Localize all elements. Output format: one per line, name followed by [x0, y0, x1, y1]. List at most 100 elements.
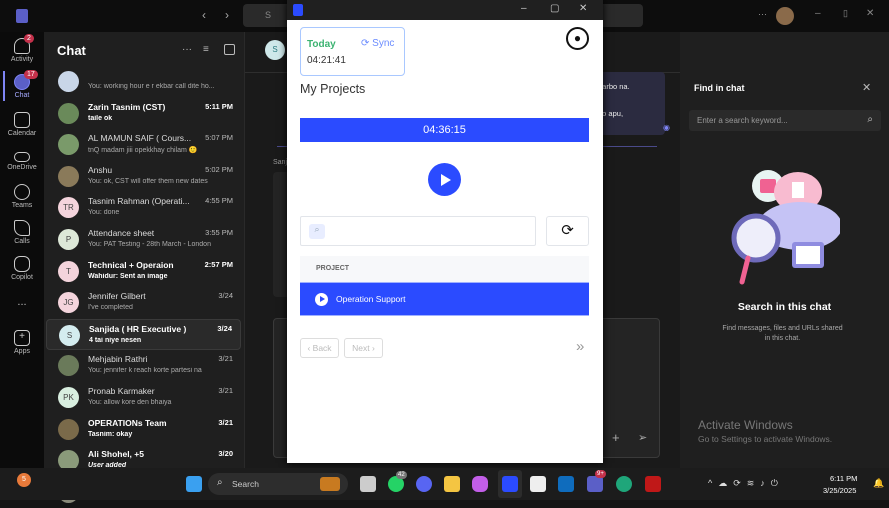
chat-list-item[interactable]: JG Jennifer Gilbert 3/24 I've completed: [46, 287, 241, 318]
project-row[interactable]: Operation Support: [300, 282, 589, 316]
close-icon[interactable]: ✕: [579, 3, 587, 14]
avatar: [58, 355, 79, 377]
tray-icons[interactable]: ^☁⟳≋♪⏻: [708, 478, 784, 489]
teams-icon[interactable]: 9+: [587, 470, 606, 492]
close-find-icon[interactable]: ✕: [862, 81, 871, 94]
chat-list-item[interactable]: AL MAMUN SAIF ( Cours... 5:07 PM tnQ mad…: [46, 129, 241, 160]
copilot-icon[interactable]: [472, 476, 488, 492]
rail-copilot[interactable]: Copilot: [0, 256, 44, 281]
rail-apps[interactable]: + Apps: [0, 330, 44, 355]
avatar: [58, 71, 79, 92]
sync-label: Sync: [372, 38, 395, 49]
chat-preview: taile ok: [88, 114, 113, 122]
new-chat-icon[interactable]: [224, 44, 235, 55]
refresh-icon: ⟳: [561, 222, 574, 239]
discord-icon[interactable]: [416, 476, 432, 492]
project-search-input[interactable]: ⌕: [300, 216, 536, 246]
send-icon[interactable]: ➢: [638, 431, 647, 444]
chat-preview: Tasnim: okay: [88, 430, 133, 438]
rail-teams[interactable]: Teams: [0, 184, 44, 209]
avatar: JG: [58, 292, 79, 314]
rail-calendar[interactable]: Calendar: [0, 112, 44, 137]
clock-date[interactable]: 3/25/2025: [823, 486, 856, 495]
avatar: [58, 418, 79, 440]
rail-activity[interactable]: 2 Activity: [0, 34, 44, 63]
task-view-icon[interactable]: [360, 476, 376, 492]
chat-time: 3:55 PM: [205, 228, 233, 237]
more-options-icon[interactable]: ···: [182, 44, 192, 55]
avatar: PK: [58, 387, 79, 408]
clock-time[interactable]: 6:11 PM: [830, 474, 857, 483]
taskbar-search[interactable]: ⌕ Search: [208, 473, 348, 495]
rail-label: Activity: [10, 56, 34, 63]
seen-icon: ◉: [663, 123, 670, 132]
avatar: T: [58, 260, 79, 282]
rail-label: Teams: [11, 202, 33, 209]
today-card: Today ⟳ Sync 04:21:41: [300, 27, 405, 76]
chat-preview: tnQ madam jiii opekkhay chilam 🙂: [88, 147, 198, 155]
play-button[interactable]: [428, 163, 461, 196]
store-icon[interactable]: [530, 476, 546, 492]
rail-label: Calendar: [7, 130, 37, 137]
avatar: S: [59, 324, 80, 346]
back-icon[interactable]: ‹: [202, 8, 206, 22]
chat-list-item[interactable]: Zarin Tasnim (CST) 5:11 PM taile ok: [46, 98, 241, 129]
close-icon[interactable]: ✕: [866, 8, 874, 19]
refresh-button[interactable]: ⟳: [546, 216, 589, 246]
notification-badge[interactable]: 5: [17, 473, 31, 487]
find-search-input[interactable]: Enter a search keyword... ⌕: [689, 110, 881, 131]
rail-onedrive[interactable]: OneDrive: [0, 148, 44, 171]
activity-badge: 2: [24, 34, 34, 43]
chat-list-item[interactable]: You: working hour e r ekbar call dite ho…: [46, 66, 241, 97]
chat-list-item[interactable]: PK Pronab Karmaker 3/21 You: allow kore …: [46, 382, 241, 413]
chat-list-item[interactable]: P Attendance sheet 3:55 PM You: PAT Test…: [46, 224, 241, 255]
rail-chat[interactable]: 17 Chat: [0, 70, 44, 99]
outlook-icon[interactable]: [558, 476, 574, 492]
chat-preview: You: ok, CST will offer them new dates: [88, 177, 208, 185]
chat-name: Sanjida ( HR Executive ): [89, 323, 187, 334]
start-icon[interactable]: [186, 476, 202, 492]
sync-button[interactable]: ⟳ Sync: [361, 38, 394, 49]
search-icon: ⌕: [217, 477, 223, 488]
mcafee-icon[interactable]: [645, 476, 661, 492]
whatsapp-icon[interactable]: 42: [388, 471, 407, 492]
last-page-icon[interactable]: »: [576, 338, 584, 355]
minimize-icon[interactable]: –: [521, 3, 527, 14]
chat-list-item[interactable]: Anshu 5:02 PM You: ok, CST will offer th…: [46, 161, 241, 192]
chat-list-item[interactable]: TR Tasnim Rahman (Operati... 4:55 PM You…: [46, 192, 241, 223]
edge-icon[interactable]: [616, 476, 632, 492]
teams-logo-icon: [16, 9, 28, 23]
play-circle-icon[interactable]: [315, 293, 328, 306]
notifications-icon[interactable]: 🔔: [873, 478, 884, 489]
rail-label: Calls: [14, 238, 30, 245]
chat-time: 3/21: [218, 417, 233, 427]
user-profile-icon[interactable]: ●: [566, 27, 589, 50]
chat-list-item[interactable]: T Technical + Operaion 2:57 PM Wahidur: …: [46, 256, 241, 287]
filter-icon[interactable]: ≡: [203, 44, 209, 55]
next-button[interactable]: Next ›: [344, 338, 383, 358]
chat-list-panel: Chat ··· ≡ You: working hour e r ekbar c…: [44, 32, 245, 503]
time-tracker-icon[interactable]: [502, 476, 518, 492]
chat-name: Technical + Operaion: [88, 259, 174, 270]
back-button[interactable]: ‹ Back: [300, 338, 339, 358]
maximize-icon[interactable]: ▢: [550, 3, 559, 14]
chat-list-item[interactable]: Mehjabin Rathri 3/21 You: jennifer k rea…: [46, 350, 241, 381]
timer-bar: 04:36:15: [300, 118, 589, 142]
rail-more[interactable]: ...: [0, 296, 44, 308]
more-icon[interactable]: ···: [758, 9, 767, 19]
rail-calls[interactable]: Calls: [0, 220, 44, 245]
minimize-icon[interactable]: –: [815, 8, 821, 19]
chat-name: Ali Shohel, +5: [88, 449, 144, 460]
chat-list-item[interactable]: S Sanjida ( HR Executive ) 3/24 4 tai ni…: [46, 318, 241, 350]
add-icon[interactable]: +: [612, 430, 620, 445]
chat-title: Chat: [57, 43, 86, 58]
chat-name: Tasnim Rahman (Operati...: [88, 196, 190, 207]
forward-icon[interactable]: ›: [225, 8, 229, 22]
chat-name: Pronab Karmaker: [88, 386, 155, 396]
maximize-icon[interactable]: ▯: [843, 8, 848, 19]
file-explorer-icon[interactable]: [444, 476, 460, 492]
profile-avatar[interactable]: [776, 7, 794, 25]
chat-list-item[interactable]: OPERATIONs Team 3/21 Tasnim: okay: [46, 414, 241, 445]
project-table-header: PROJECT: [300, 256, 589, 282]
chat-name: Anshu: [88, 164, 113, 175]
